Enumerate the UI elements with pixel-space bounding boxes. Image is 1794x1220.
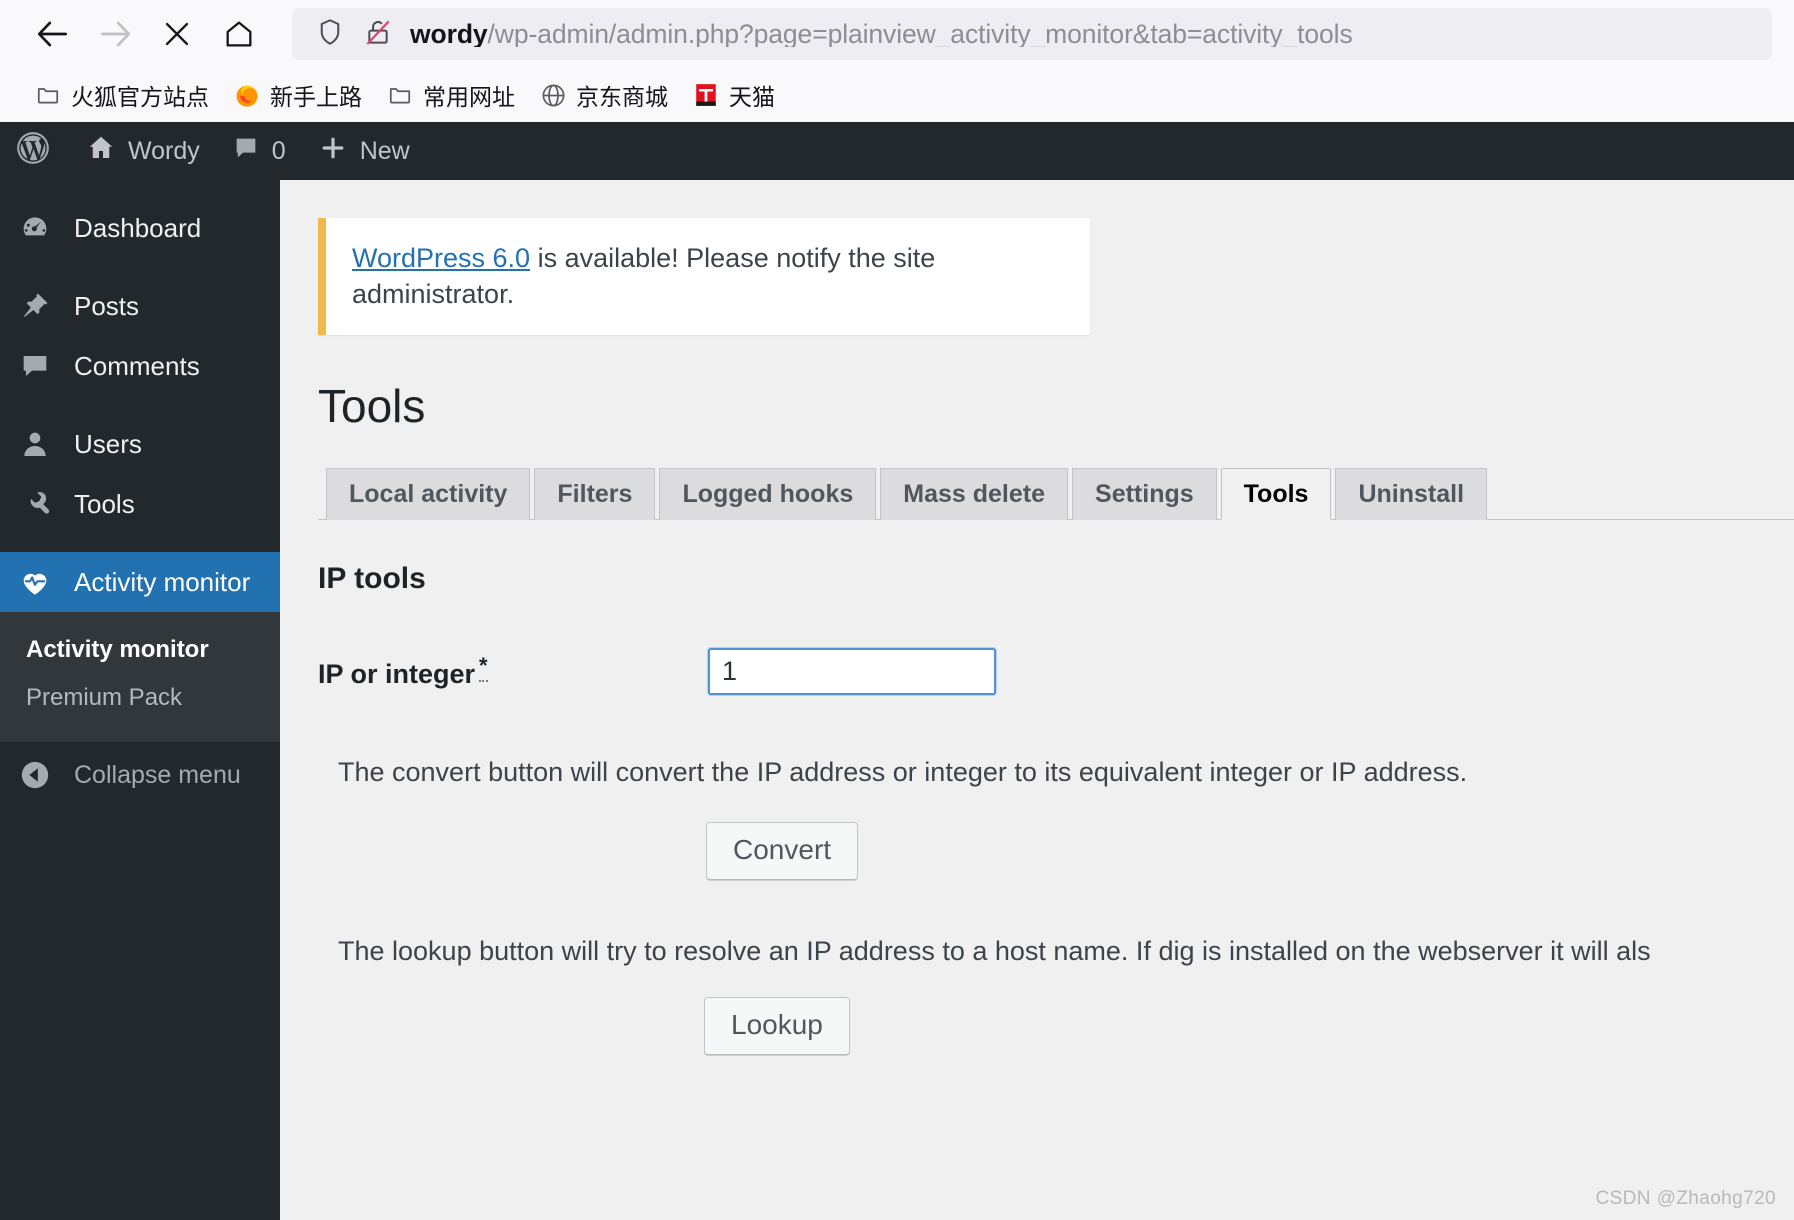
tab-settings[interactable]: Settings	[1072, 468, 1217, 521]
convert-description: The convert button will convert the IP a…	[338, 757, 1468, 788]
sidebar-item-label: Comments	[74, 350, 200, 381]
bookmark-label: 京东商城	[576, 84, 668, 110]
tab-local-activity[interactable]: Local activity	[326, 468, 531, 521]
site-name-label: Wordy	[128, 136, 200, 165]
sidebar-item-tools[interactable]: Tools	[0, 474, 280, 534]
tab-mass-delete[interactable]: Mass delete	[880, 468, 1069, 521]
comments-count: 0	[271, 136, 286, 165]
plus-icon	[318, 133, 348, 170]
submenu-item-premium-pack[interactable]: Premium Pack	[0, 674, 280, 722]
bookmark-item-0[interactable]: 火狐官方站点	[22, 72, 221, 118]
sidebar-item-label: Posts	[74, 290, 140, 321]
new-content-menu[interactable]: New	[302, 122, 426, 180]
home-icon	[222, 17, 256, 51]
browser-chrome: wordy/wp-admin/admin.php?page=plainview_…	[0, 0, 1794, 122]
comment-bubble-icon	[14, 345, 56, 387]
heartbeat-icon	[14, 561, 56, 603]
main-content: WordPress 6.0 is available! Please notif…	[280, 180, 1794, 1220]
tmall-icon	[692, 81, 720, 109]
shield-icon[interactable]	[314, 16, 346, 53]
stop-button[interactable]	[146, 6, 208, 62]
update-notice: WordPress 6.0 is available! Please notif…	[318, 218, 1090, 335]
bookmark-item-2[interactable]: 常用网址	[374, 72, 527, 118]
ip-or-integer-row: IP or integer *	[318, 648, 1794, 696]
sidebar-item-label: Dashboard	[74, 212, 202, 243]
folder-icon	[386, 81, 414, 109]
firefox-icon	[233, 81, 261, 109]
lock-broken-icon[interactable]	[362, 16, 394, 53]
section-heading-ip-tools: IP tools	[318, 562, 426, 596]
bookmark-label: 新手上路	[270, 84, 362, 110]
home-button[interactable]	[208, 6, 270, 62]
folder-icon	[34, 81, 62, 109]
address-bar[interactable]: wordy/wp-admin/admin.php?page=plainview_…	[292, 8, 1772, 60]
url-text: wordy/wp-admin/admin.php?page=plainview_…	[410, 20, 1353, 48]
bookmark-item-3[interactable]: 京东商城	[527, 72, 680, 118]
sidebar-item-comments[interactable]: Comments	[0, 336, 280, 396]
back-button[interactable]	[22, 6, 84, 62]
wrench-icon	[14, 483, 56, 525]
collapse-menu-label: Collapse menu	[74, 760, 241, 789]
sidebar-item-users[interactable]: Users	[0, 414, 280, 474]
ip-tools-form: IP or integer* The convert button will c…	[318, 648, 1794, 1056]
admin-body: Dashboard Posts Comments Users Tools Act…	[0, 180, 1794, 1220]
menu-separator-3	[0, 534, 280, 552]
required-marker: *	[479, 653, 488, 683]
bookmark-label: 火狐官方站点	[71, 84, 209, 110]
ip-or-integer-input[interactable]	[708, 648, 996, 696]
user-icon	[14, 423, 56, 465]
menu-separator-1	[0, 258, 280, 276]
bookmark-item-4[interactable]: 天猫	[680, 72, 787, 118]
close-icon	[160, 17, 194, 51]
tab-tools[interactable]: Tools	[1220, 468, 1332, 521]
sidebar-item-dashboard[interactable]: Dashboard	[0, 198, 280, 258]
wordpress-logo-icon	[14, 129, 52, 174]
bookmark-label: 常用网址	[423, 84, 515, 110]
chevron-left-circle-icon	[14, 758, 56, 792]
menu-separator-2	[0, 396, 280, 414]
sidebar-item-label: Activity monitor	[74, 566, 251, 597]
page-title: Tools	[318, 379, 426, 432]
comments-menu[interactable]: 0	[216, 122, 302, 180]
wp-admin-bar: Wordy 0 New	[0, 122, 1794, 180]
pin-icon	[14, 285, 56, 327]
sidebar-item-label: Tools	[74, 488, 135, 519]
sidebar-item-posts[interactable]: Posts	[0, 276, 280, 336]
tab-logged-hooks[interactable]: Logged hooks	[659, 468, 877, 521]
ip-or-integer-label: IP or integer *	[318, 653, 708, 690]
bookmarks-bar: 火狐官方站点 新手上路 常用网址 京东商城 天猫	[0, 68, 1794, 122]
tab-uninstall[interactable]: Uninstall	[1335, 468, 1488, 521]
sidebar-item-label: Users	[74, 428, 142, 459]
tab-bar: Local activity Filters Logged hooks Mass…	[318, 466, 1794, 521]
field-label-text: IP or integer	[318, 659, 476, 690]
tab-filters[interactable]: Filters	[534, 468, 656, 521]
submenu-item-activity-monitor[interactable]: Activity monitor	[0, 626, 280, 674]
menu-spacer-top	[0, 180, 280, 198]
lookup-button[interactable]: Lookup	[704, 997, 850, 1056]
sidebar-submenu: Activity monitor Premium Pack	[0, 612, 280, 742]
sidebar-item-activity-monitor[interactable]: Activity monitor	[0, 552, 280, 612]
collapse-menu-button[interactable]: Collapse menu	[0, 742, 280, 808]
lookup-button-row: Lookup	[318, 997, 1794, 1056]
watermark-text: CSDN @Zhaohg720	[1595, 1188, 1776, 1209]
arrow-left-icon	[34, 15, 72, 53]
dashboard-icon	[14, 207, 56, 249]
site-name-menu[interactable]: Wordy	[70, 122, 216, 180]
bookmark-label: 天猫	[729, 84, 775, 110]
convert-button-row: Convert	[318, 822, 1794, 881]
home-icon	[86, 133, 116, 170]
wp-logo-menu[interactable]	[0, 122, 70, 180]
bookmark-item-1[interactable]: 新手上路	[221, 72, 374, 118]
browser-toolbar: wordy/wp-admin/admin.php?page=plainview_…	[0, 0, 1794, 68]
wordpress-update-link[interactable]: WordPress 6.0	[352, 243, 530, 273]
globe-icon	[539, 81, 567, 109]
forward-button[interactable]	[84, 6, 146, 62]
lookup-description: The lookup button will try to resolve an…	[338, 936, 1651, 967]
convert-button[interactable]: Convert	[706, 822, 859, 881]
new-label: New	[359, 136, 410, 165]
admin-sidebar-menu: Dashboard Posts Comments Users Tools Act…	[0, 180, 280, 1220]
comment-bubble-icon	[232, 134, 260, 169]
arrow-right-icon	[96, 15, 134, 53]
